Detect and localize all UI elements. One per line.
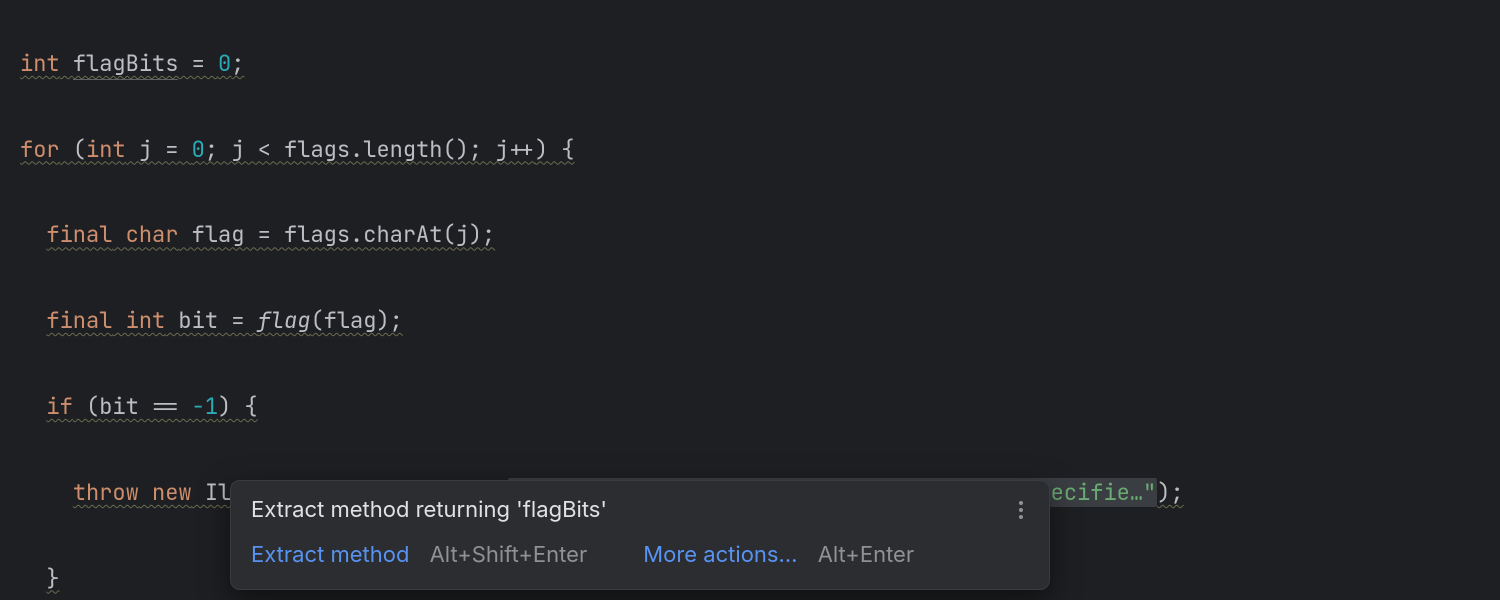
code-line: int flagBits = 0; bbox=[0, 43, 1500, 86]
more-options-icon[interactable] bbox=[1013, 495, 1029, 525]
extract-method-action[interactable]: Extract method Alt+Shift+Enter bbox=[251, 540, 587, 571]
shortcut-label: Alt+Shift+Enter bbox=[430, 542, 588, 568]
code-line: for (int j = 0; j < flags.length(); j++)… bbox=[0, 129, 1500, 172]
ident-flagbits: flagBits bbox=[73, 49, 179, 80]
code-line: final int bit = flag(flag); bbox=[0, 300, 1500, 343]
code-line: final char flag = flags.charAt(j); bbox=[0, 214, 1500, 257]
action-link-label: Extract method bbox=[251, 542, 409, 568]
popup-title: Extract method returning 'flagBits' bbox=[251, 495, 607, 526]
intention-popup: Extract method returning 'flagBits' Extr… bbox=[230, 480, 1050, 590]
method-call: flag bbox=[258, 306, 311, 335]
keyword-int: int bbox=[20, 49, 60, 78]
code-line: if (bit == -1) { bbox=[0, 386, 1500, 429]
shortcut-label: Alt+Enter bbox=[818, 542, 914, 568]
keyword-for: for bbox=[20, 135, 60, 164]
more-actions-action[interactable]: More actions… Alt+Enter bbox=[643, 540, 914, 571]
action-link-label: More actions… bbox=[643, 542, 797, 568]
